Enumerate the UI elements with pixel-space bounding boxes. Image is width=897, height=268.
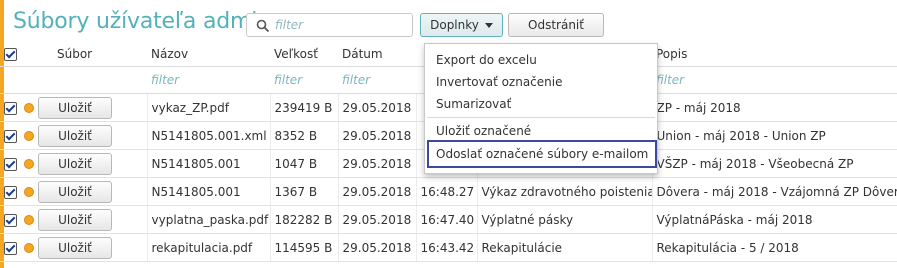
filter-description[interactable]: filter: [652, 66, 897, 94]
search-input[interactable]: [275, 16, 405, 34]
addons-dropdown-menu: Export do excelu Invertovať označenie Su…: [424, 43, 658, 174]
menu-separator: [427, 117, 655, 118]
save-file-button[interactable]: Uložiť: [38, 96, 112, 119]
menu-item-invert-selection[interactable]: Invertovať označenie: [436, 75, 563, 89]
cell-time: 16:43.42: [416, 233, 478, 262]
caret-down-icon: [484, 23, 493, 28]
cell-type: Výplatné pásky: [477, 205, 653, 234]
row-checkbox-cell: [0, 149, 20, 178]
row-checkbox-cell: [0, 233, 20, 262]
cell-date: 29.05.2018: [338, 177, 417, 206]
filter-date[interactable]: filter: [338, 66, 416, 94]
row-status-cell: [20, 233, 34, 262]
cell-name: N5141805.001.xml: [147, 121, 271, 150]
page-title: Súbory užívateľa admin: [13, 9, 271, 34]
cell-time: 16:48.27: [416, 177, 478, 206]
cell-name: N5141805.001: [147, 149, 271, 178]
save-file-button[interactable]: Uložiť: [38, 152, 112, 175]
cell-description: Rekapitulácia - 5 / 2018: [652, 233, 897, 262]
save-file-button[interactable]: Uložiť: [38, 236, 112, 259]
row-save-cell: Uložiť: [34, 121, 148, 150]
row-status-cell: [20, 121, 34, 150]
remove-button[interactable]: Odstrániť: [508, 13, 604, 37]
cell-size: 182282 B: [270, 205, 339, 234]
column-header-file[interactable]: Súbor: [34, 42, 147, 67]
save-file-button[interactable]: Uložiť: [38, 124, 112, 147]
cell-description: Dôvera - máj 2018 - Vzájomná ZP Dôvera: [652, 177, 897, 206]
filter-size[interactable]: filter: [270, 66, 338, 94]
cell-type: Výkaz zdravotného poistenia: [477, 177, 653, 206]
cell-size: 1047 B: [270, 149, 339, 178]
cell-name: rekapitulacia.pdf: [147, 233, 271, 262]
cell-name: vykaz_ZP.pdf: [147, 93, 271, 122]
row-checkbox-cell: [0, 177, 20, 206]
table-row[interactable]: Uložiť rekapitulacia.pdf 114595 B 29.05.201…: [0, 233, 897, 262]
menu-item-save-selected[interactable]: Uložiť označené: [436, 124, 531, 138]
row-save-cell: Uložiť: [34, 93, 148, 122]
row-checkbox[interactable]: [4, 241, 17, 255]
select-all-checkbox[interactable]: [4, 48, 17, 61]
cell-date: 29.05.2018: [338, 205, 417, 234]
status-dot-icon: [24, 159, 34, 169]
row-status-cell: [20, 177, 34, 206]
status-dot-icon: [24, 103, 34, 113]
select-all-checkbox-cell: [0, 42, 20, 67]
row-status-cell: [20, 205, 34, 234]
row-checkbox[interactable]: [4, 101, 17, 115]
cell-size: 114595 B: [270, 233, 339, 262]
addons-dropdown-button[interactable]: Doplnky: [420, 13, 503, 37]
row-checkbox[interactable]: [4, 129, 17, 143]
cell-date: 29.05.2018: [338, 93, 417, 122]
search-icon: [256, 19, 270, 33]
row-save-cell: Uložiť: [34, 177, 148, 206]
status-dot-icon: [24, 131, 34, 141]
cell-date: 29.05.2018: [338, 233, 417, 262]
row-save-cell: Uložiť: [34, 149, 148, 178]
row-checkbox[interactable]: [4, 185, 17, 199]
menu-item-email-selected[interactable]: Odoslať označené súbory e-mailom: [436, 147, 648, 161]
column-header-date[interactable]: Dátum: [338, 42, 416, 67]
cell-name: vyplatna_paska.pdf: [147, 205, 271, 234]
row-status-cell: [20, 93, 34, 122]
menu-item-summarize[interactable]: Sumarizovať: [436, 97, 511, 111]
header-spacer: [20, 42, 34, 67]
filter-name[interactable]: filter: [147, 66, 270, 94]
menu-item-export-excel[interactable]: Export do excelu: [436, 53, 537, 67]
row-checkbox-cell: [0, 93, 20, 122]
column-header-name[interactable]: Názov: [147, 42, 270, 67]
status-dot-icon: [24, 215, 34, 225]
cell-size: 239419 B: [270, 93, 339, 122]
cell-type: Rekapitulácie: [477, 233, 653, 262]
cell-size: 8352 B: [270, 121, 339, 150]
cell-date: 29.05.2018: [338, 121, 417, 150]
cell-description: Union - máj 2018 - Union ZP: [652, 121, 897, 150]
cell-time: 16:47.40: [416, 205, 478, 234]
row-checkbox-cell: [0, 205, 20, 234]
column-header-description[interactable]: Popis: [652, 42, 897, 67]
cell-description: VŠZP - máj 2018 - Všeobecná ZP: [652, 149, 897, 178]
table-row[interactable]: Uložiť N5141805.001 1367 B 29.05.2018 16:48.…: [0, 177, 897, 206]
save-file-button[interactable]: Uložiť: [38, 208, 112, 231]
table-row[interactable]: Uložiť vyplatna_paska.pdf 182282 B 29.05.20…: [0, 205, 897, 234]
row-checkbox[interactable]: [4, 213, 17, 227]
cell-size: 1367 B: [270, 177, 339, 206]
status-dot-icon: [24, 187, 34, 197]
addons-button-label: Doplnky: [430, 18, 479, 32]
row-checkbox-cell: [0, 121, 20, 150]
cell-description: VýplatnáPáska - máj 2018: [652, 205, 897, 234]
cell-description: ZP - máj 2018: [652, 93, 897, 122]
cell-name: N5141805.001: [147, 177, 271, 206]
row-checkbox[interactable]: [4, 157, 17, 171]
save-file-button[interactable]: Uložiť: [38, 180, 112, 203]
row-status-cell: [20, 149, 34, 178]
search-box[interactable]: [246, 13, 413, 37]
cell-date: 29.05.2018: [338, 149, 417, 178]
row-save-cell: Uložiť: [34, 205, 148, 234]
column-header-size[interactable]: Veľkosť: [270, 42, 338, 67]
status-dot-icon: [24, 243, 34, 253]
row-save-cell: Uložiť: [34, 233, 148, 262]
